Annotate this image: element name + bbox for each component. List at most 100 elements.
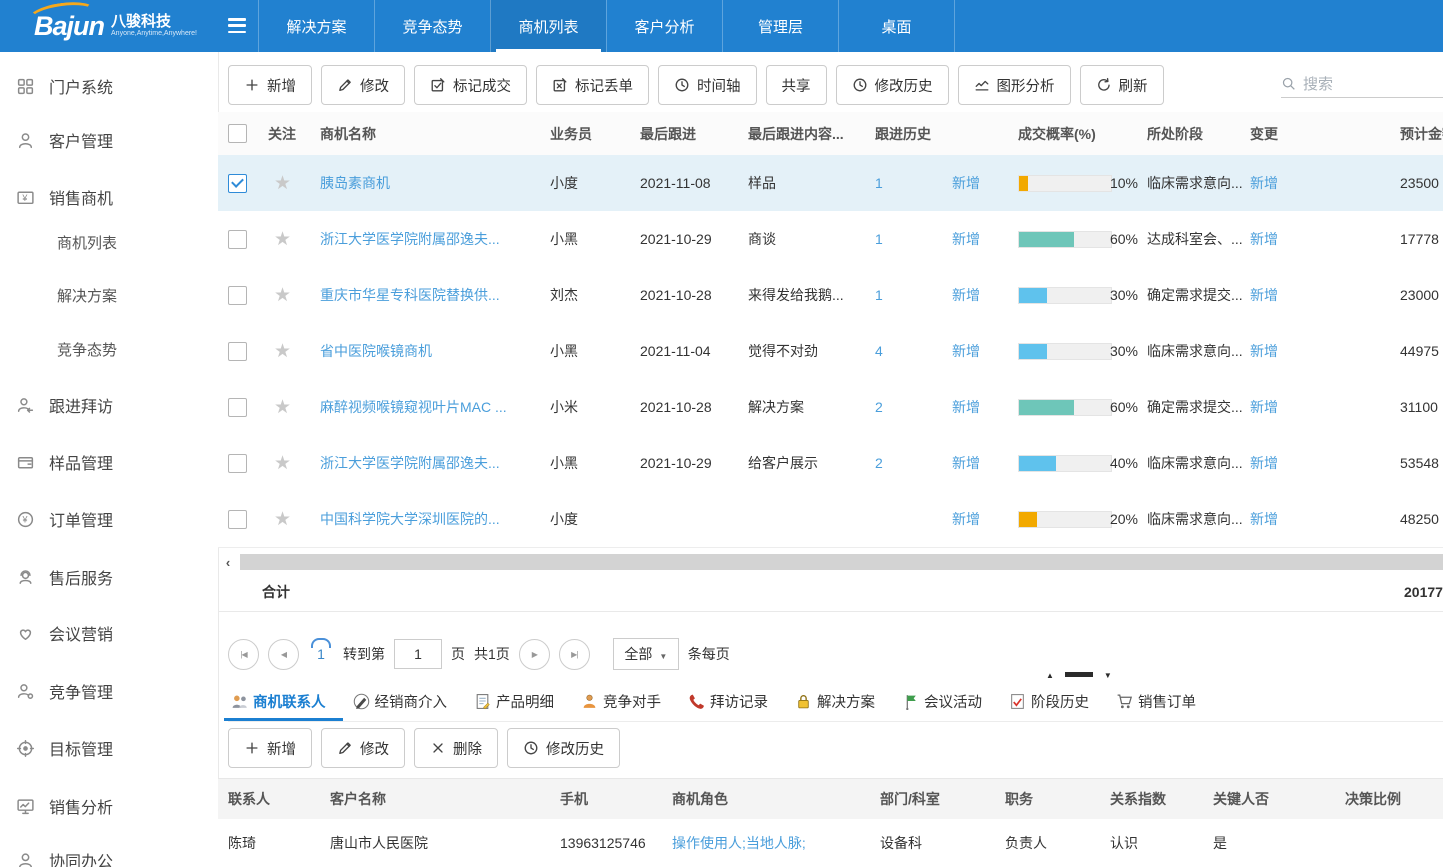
row-checkbox[interactable] xyxy=(228,342,247,361)
nav-tab-customer-analysis[interactable]: 客户分析 xyxy=(606,0,722,52)
star-icon[interactable] xyxy=(274,508,291,531)
col-dept[interactable]: 部门/科室 xyxy=(880,779,940,819)
mark-lost-button[interactable]: 标记丢单 xyxy=(536,65,649,105)
nav-tab-desktop[interactable]: 桌面 xyxy=(838,0,955,52)
history-count-link[interactable]: 2 xyxy=(875,455,883,471)
detail-delete-button[interactable]: 删除 xyxy=(414,728,498,768)
col-mobile[interactable]: 手机 xyxy=(560,779,588,819)
role-link[interactable]: 操作使用人;当地人脉; xyxy=(672,833,806,853)
tab-opportunity-contacts[interactable]: 商机联系人 xyxy=(228,682,329,721)
row-checkbox[interactable] xyxy=(228,230,247,249)
sidebar-item-collaboration[interactable]: 协同办公 xyxy=(16,846,113,867)
tab-sales-orders[interactable]: 销售订单 xyxy=(1113,682,1199,721)
row-checkbox[interactable] xyxy=(228,398,247,417)
tab-conference-activities[interactable]: 会议活动 xyxy=(899,682,985,721)
col-owner[interactable]: 业务员 xyxy=(550,112,592,155)
mark-won-button[interactable]: 标记成交 xyxy=(414,65,527,105)
refresh-button[interactable]: 刷新 xyxy=(1080,65,1164,105)
history-count-link[interactable]: 1 xyxy=(875,287,883,303)
add-follow-link[interactable]: 新增 xyxy=(952,229,980,249)
col-is-key[interactable]: 关键人否 xyxy=(1213,779,1269,819)
page-number-input[interactable] xyxy=(394,639,442,669)
col-name[interactable]: 商机名称 xyxy=(320,112,538,155)
scrollbar-thumb[interactable] xyxy=(240,554,1443,570)
col-contact[interactable]: 联系人 xyxy=(228,779,270,819)
sidebar-item-follow-visits[interactable]: 跟进拜访 xyxy=(16,391,113,419)
col-amount[interactable]: 预计金额 xyxy=(1400,112,1443,155)
scroll-left-icon[interactable] xyxy=(218,553,238,572)
add-follow-link[interactable]: 新增 xyxy=(952,453,980,473)
history-count-link[interactable]: 4 xyxy=(875,343,883,359)
sidebar-item-sales-analysis[interactable]: 销售分析 xyxy=(16,792,113,820)
col-last-content[interactable]: 最后跟进内容... xyxy=(748,112,868,155)
sidebar-item-target-mgmt[interactable]: 目标管理 xyxy=(16,734,113,762)
prev-page-button[interactable] xyxy=(268,639,299,670)
sidebar-item-after-sales[interactable]: 售后服务 xyxy=(16,563,113,591)
sidebar-item-samples[interactable]: 样品管理 xyxy=(16,448,113,476)
star-icon[interactable] xyxy=(274,396,291,419)
add-button[interactable]: 新增 xyxy=(228,65,312,105)
tab-competitors[interactable]: 竞争对手 xyxy=(578,682,664,721)
star-icon[interactable] xyxy=(274,228,291,251)
row-checkbox[interactable] xyxy=(228,286,247,305)
splitter-handle[interactable] xyxy=(1065,672,1093,677)
detail-history-button[interactable]: 修改历史 xyxy=(507,728,620,768)
col-relation[interactable]: 关系指数 xyxy=(1110,779,1166,819)
opportunity-name-link[interactable]: 重庆市华星专科医院替换供... xyxy=(320,285,500,305)
opportunity-name-link[interactable]: 省中医院喉镜商机 xyxy=(320,341,432,361)
star-icon[interactable] xyxy=(274,452,291,475)
change-link[interactable]: 新增 xyxy=(1250,453,1278,473)
history-count-link[interactable]: 2 xyxy=(875,399,883,415)
collapse-up-icon[interactable] xyxy=(1046,665,1054,683)
table-row[interactable]: 浙江大学医学院附属邵逸夫... 小黑 2021-10-29 商谈 1 新增 60… xyxy=(218,211,1443,268)
chart-analysis-button[interactable]: 图形分析 xyxy=(958,65,1071,105)
nav-tab-competition[interactable]: 竞争态势 xyxy=(374,0,490,52)
col-role[interactable]: 商机角色 xyxy=(672,779,728,819)
row-checkbox[interactable] xyxy=(228,510,247,529)
detail-edit-button[interactable]: 修改 xyxy=(321,728,405,768)
table-row[interactable]: 浙江大学医学院附属邵逸夫... 小黑 2021-10-29 给客户展示 2 新增… xyxy=(218,435,1443,492)
star-icon[interactable] xyxy=(274,172,291,195)
add-follow-link[interactable]: 新增 xyxy=(952,285,980,305)
row-checkbox[interactable] xyxy=(228,454,247,473)
table-row[interactable]: 麻醉视频喉镜窥视叶片MAC ... 小米 2021-10-28 解决方案 2 新… xyxy=(218,379,1443,436)
col-change[interactable]: 变更 xyxy=(1250,112,1278,155)
page-size-select[interactable]: 全部 xyxy=(613,638,679,670)
col-customer[interactable]: 客户名称 xyxy=(330,779,386,819)
collapse-down-icon[interactable] xyxy=(1104,665,1112,683)
col-stage[interactable]: 所处阶段 xyxy=(1147,112,1247,155)
change-link[interactable]: 新增 xyxy=(1250,173,1278,193)
menu-hamburger-icon[interactable] xyxy=(228,18,246,33)
table-row[interactable]: 省中医院喉镜商机 小黑 2021-11-04 觉得不对劲 4 新增 30% 临床… xyxy=(218,323,1443,380)
table-row[interactable]: 中国科学院大学深圳医院的... 小度 新增 20% 临床需求意向... 新增 4… xyxy=(218,491,1443,548)
sidebar-item-conference-marketing[interactable]: 会议营销 xyxy=(16,619,113,647)
col-watch[interactable]: 关注 xyxy=(268,112,296,155)
tab-dealer-involvement[interactable]: 经销商介入 xyxy=(350,682,451,721)
history-count-link[interactable]: 1 xyxy=(875,175,883,191)
add-follow-link[interactable]: 新增 xyxy=(952,173,980,193)
sidebar-subitem-competition[interactable]: 竞争态势 xyxy=(57,336,117,362)
col-probability[interactable]: 成交概率(%) xyxy=(1018,112,1096,155)
edit-history-button[interactable]: 修改历史 xyxy=(836,65,949,105)
share-button[interactable]: 共享 xyxy=(766,65,827,105)
tab-visit-records[interactable]: 拜访记录 xyxy=(685,682,771,721)
edit-button[interactable]: 修改 xyxy=(321,65,405,105)
opportunity-name-link[interactable]: 浙江大学医学院附属邵逸夫... xyxy=(320,229,500,249)
change-link[interactable]: 新增 xyxy=(1250,285,1278,305)
opportunity-name-link[interactable]: 浙江大学医学院附属邵逸夫... xyxy=(320,453,500,473)
sidebar-item-orders[interactable]: ¥ 订单管理 xyxy=(16,505,113,533)
tab-product-details[interactable]: 产品明细 xyxy=(471,682,557,721)
table-row[interactable]: 重庆市华星专科医院替换供... 刘杰 2021-10-28 来得发给我鹅... … xyxy=(218,267,1443,324)
nav-tab-solutions[interactable]: 解决方案 xyxy=(258,0,374,52)
col-title[interactable]: 职务 xyxy=(1005,779,1033,819)
select-all-checkbox[interactable] xyxy=(228,124,247,143)
search-input[interactable]: 搜索 xyxy=(1281,70,1443,98)
nav-tab-opportunity-list[interactable]: 商机列表 xyxy=(490,0,606,52)
col-ratio[interactable]: 决策比例 xyxy=(1345,779,1401,819)
current-page[interactable]: 1 xyxy=(308,646,334,662)
opportunity-name-link[interactable]: 胰岛素商机 xyxy=(320,173,390,193)
tab-stage-history[interactable]: 阶段历史 xyxy=(1006,682,1092,721)
row-checkbox[interactable] xyxy=(228,174,247,193)
change-link[interactable]: 新增 xyxy=(1250,229,1278,249)
history-count-link[interactable]: 1 xyxy=(875,231,883,247)
